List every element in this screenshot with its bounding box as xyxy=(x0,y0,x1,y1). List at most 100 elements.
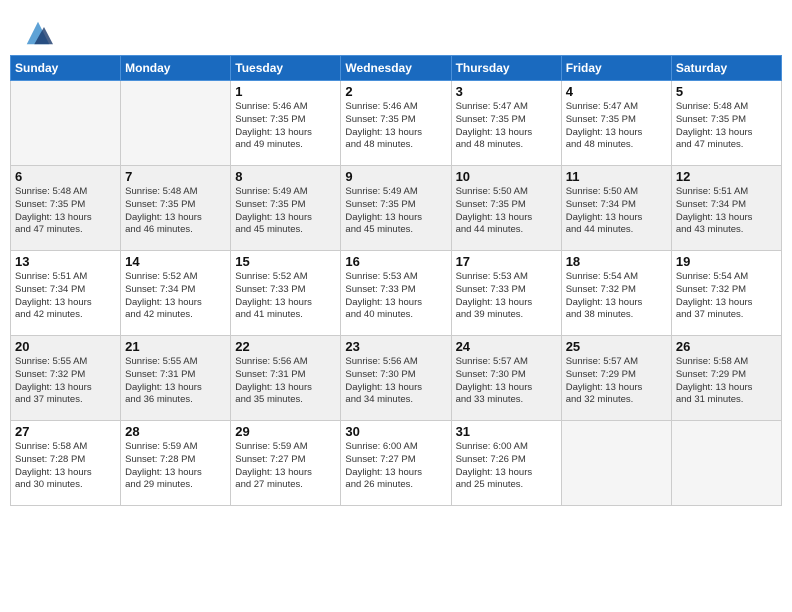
col-header-thursday: Thursday xyxy=(451,56,561,81)
day-info: Sunrise: 5:47 AM Sunset: 7:35 PM Dayligh… xyxy=(566,101,667,152)
day-number: 3 xyxy=(456,84,557,99)
calendar-day-cell: 3Sunrise: 5:47 AM Sunset: 7:35 PM Daylig… xyxy=(451,81,561,166)
calendar-day-cell: 11Sunrise: 5:50 AM Sunset: 7:34 PM Dayli… xyxy=(561,166,671,251)
day-number: 26 xyxy=(676,339,777,354)
calendar-day-cell: 17 Sunrise: 5:53 AM Sunset: 7:33 PM Dayli… xyxy=(451,251,561,336)
day-info: Sunrise: 5:53 AM Sunset: 7:33 PM Dayligh… xyxy=(456,271,557,322)
calendar-week-5: 27Sunrise: 5:58 AM Sunset: 7:28 PM Dayli… xyxy=(11,421,782,506)
day-info: Sunrise: 5:56 AM Sunset: 7:31 PM Dayligh… xyxy=(235,356,336,407)
calendar-day-cell: 19 Sunrise: 5:54 AM Sunset: 7:32 PM Dayli… xyxy=(671,251,781,336)
calendar-week-3: 13Sunrise: 5:51 AM Sunset: 7:34 PM Dayli… xyxy=(11,251,782,336)
calendar-day-cell: 4 Sunrise: 5:47 AM Sunset: 7:35 PM Daylig… xyxy=(561,81,671,166)
day-info: Sunrise: 5:49 AM Sunset: 7:35 PM Dayligh… xyxy=(235,186,336,237)
calendar-day-cell: 18 Sunrise: 5:54 AM Sunset: 7:32 PM Dayli… xyxy=(561,251,671,336)
day-info: Sunrise: 5:55 AM Sunset: 7:32 PM Dayligh… xyxy=(15,356,116,407)
day-number: 18 xyxy=(566,254,667,269)
day-number: 24 xyxy=(456,339,557,354)
day-number: 17 xyxy=(456,254,557,269)
day-number: 7 xyxy=(125,169,226,184)
day-number: 31 xyxy=(456,424,557,439)
day-number: 20 xyxy=(15,339,116,354)
day-info: Sunrise: 5:48 AM Sunset: 7:35 PM Dayligh… xyxy=(125,186,226,237)
day-number: 30 xyxy=(345,424,446,439)
col-header-monday: Monday xyxy=(121,56,231,81)
day-info: Sunrise: 5:57 AM Sunset: 7:30 PM Dayligh… xyxy=(456,356,557,407)
day-info: Sunrise: 5:48 AM Sunset: 7:35 PM Dayligh… xyxy=(15,186,116,237)
day-info: Sunrise: 5:54 AM Sunset: 7:32 PM Dayligh… xyxy=(676,271,777,322)
logo xyxy=(20,18,53,48)
day-number: 13 xyxy=(15,254,116,269)
day-number: 23 xyxy=(345,339,446,354)
calendar-day-cell: 12Sunrise: 5:51 AM Sunset: 7:34 PM Dayli… xyxy=(671,166,781,251)
col-header-sunday: Sunday xyxy=(11,56,121,81)
day-info: Sunrise: 5:59 AM Sunset: 7:28 PM Dayligh… xyxy=(125,441,226,492)
day-number: 9 xyxy=(345,169,446,184)
col-header-tuesday: Tuesday xyxy=(231,56,341,81)
day-number: 10 xyxy=(456,169,557,184)
day-info: Sunrise: 5:59 AM Sunset: 7:27 PM Dayligh… xyxy=(235,441,336,492)
day-info: Sunrise: 5:49 AM Sunset: 7:35 PM Dayligh… xyxy=(345,186,446,237)
day-number: 16 xyxy=(345,254,446,269)
calendar-day-cell: 5 Sunrise: 5:48 AM Sunset: 7:35 PM Daylig… xyxy=(671,81,781,166)
calendar-day-cell: 9 Sunrise: 5:49 AM Sunset: 7:35 PM Daylig… xyxy=(341,166,451,251)
day-number: 29 xyxy=(235,424,336,439)
calendar-day-cell xyxy=(121,81,231,166)
day-number: 5 xyxy=(676,84,777,99)
day-number: 2 xyxy=(345,84,446,99)
calendar-week-2: 6 Sunrise: 5:48 AM Sunset: 7:35 PM Daylig… xyxy=(11,166,782,251)
calendar-day-cell: 25Sunrise: 5:57 AM Sunset: 7:29 PM Dayli… xyxy=(561,336,671,421)
calendar-day-cell: 13Sunrise: 5:51 AM Sunset: 7:34 PM Dayli… xyxy=(11,251,121,336)
calendar-day-cell: 7 Sunrise: 5:48 AM Sunset: 7:35 PM Daylig… xyxy=(121,166,231,251)
calendar-day-cell: 29 Sunrise: 5:59 AM Sunset: 7:27 PM Dayli… xyxy=(231,421,341,506)
day-info: Sunrise: 5:57 AM Sunset: 7:29 PM Dayligh… xyxy=(566,356,667,407)
calendar-day-cell: 28Sunrise: 5:59 AM Sunset: 7:28 PM Dayli… xyxy=(121,421,231,506)
calendar-day-cell: 27Sunrise: 5:58 AM Sunset: 7:28 PM Dayli… xyxy=(11,421,121,506)
day-number: 8 xyxy=(235,169,336,184)
col-header-saturday: Saturday xyxy=(671,56,781,81)
calendar-day-cell: 24 Sunrise: 5:57 AM Sunset: 7:30 PM Dayli… xyxy=(451,336,561,421)
day-info: Sunrise: 5:53 AM Sunset: 7:33 PM Dayligh… xyxy=(345,271,446,322)
calendar-day-cell: 20 Sunrise: 5:55 AM Sunset: 7:32 PM Dayli… xyxy=(11,336,121,421)
calendar-day-cell: 21 Sunrise: 5:55 AM Sunset: 7:31 PM Dayli… xyxy=(121,336,231,421)
calendar-day-cell: 15Sunrise: 5:52 AM Sunset: 7:33 PM Dayli… xyxy=(231,251,341,336)
calendar-table: SundayMondayTuesdayWednesdayThursdayFrid… xyxy=(10,55,782,506)
calendar-day-cell: 8 Sunrise: 5:49 AM Sunset: 7:35 PM Daylig… xyxy=(231,166,341,251)
day-info: Sunrise: 5:46 AM Sunset: 7:35 PM Dayligh… xyxy=(345,101,446,152)
calendar-day-cell: 23 Sunrise: 5:56 AM Sunset: 7:30 PM Dayli… xyxy=(341,336,451,421)
day-info: Sunrise: 5:50 AM Sunset: 7:35 PM Dayligh… xyxy=(456,186,557,237)
day-number: 19 xyxy=(676,254,777,269)
calendar-day-cell: 22 Sunrise: 5:56 AM Sunset: 7:31 PM Dayli… xyxy=(231,336,341,421)
page-header xyxy=(10,10,782,53)
day-info: Sunrise: 5:50 AM Sunset: 7:34 PM Dayligh… xyxy=(566,186,667,237)
calendar-day-cell xyxy=(561,421,671,506)
calendar-day-cell xyxy=(671,421,781,506)
day-info: Sunrise: 5:54 AM Sunset: 7:32 PM Dayligh… xyxy=(566,271,667,322)
calendar-week-4: 20 Sunrise: 5:55 AM Sunset: 7:32 PM Dayli… xyxy=(11,336,782,421)
day-number: 27 xyxy=(15,424,116,439)
calendar-day-cell: 31 Sunrise: 6:00 AM Sunset: 7:26 PM Dayli… xyxy=(451,421,561,506)
day-number: 22 xyxy=(235,339,336,354)
day-info: Sunrise: 6:00 AM Sunset: 7:26 PM Dayligh… xyxy=(456,441,557,492)
day-info: Sunrise: 5:52 AM Sunset: 7:34 PM Dayligh… xyxy=(125,271,226,322)
calendar-day-cell: 10 Sunrise: 5:50 AM Sunset: 7:35 PM Dayli… xyxy=(451,166,561,251)
calendar-day-cell: 6 Sunrise: 5:48 AM Sunset: 7:35 PM Daylig… xyxy=(11,166,121,251)
day-number: 12 xyxy=(676,169,777,184)
calendar-header-row: SundayMondayTuesdayWednesdayThursdayFrid… xyxy=(11,56,782,81)
day-number: 21 xyxy=(125,339,226,354)
calendar-day-cell xyxy=(11,81,121,166)
day-info: Sunrise: 5:58 AM Sunset: 7:29 PM Dayligh… xyxy=(676,356,777,407)
day-number: 6 xyxy=(15,169,116,184)
calendar-day-cell: 1Sunrise: 5:46 AM Sunset: 7:35 PM Daylig… xyxy=(231,81,341,166)
day-number: 1 xyxy=(235,84,336,99)
day-number: 4 xyxy=(566,84,667,99)
day-info: Sunrise: 5:48 AM Sunset: 7:35 PM Dayligh… xyxy=(676,101,777,152)
logo-icon xyxy=(23,18,53,48)
day-number: 15 xyxy=(235,254,336,269)
day-number: 14 xyxy=(125,254,226,269)
day-info: Sunrise: 6:00 AM Sunset: 7:27 PM Dayligh… xyxy=(345,441,446,492)
calendar-week-1: 1 Sunrise: 5:46 AM Sunset: 7:35 PM Daylig… xyxy=(11,81,782,166)
day-info: Sunrise: 5:56 AM Sunset: 7:30 PM Dayligh… xyxy=(345,356,446,407)
day-info: Sunrise: 5:55 AM Sunset: 7:31 PM Dayligh… xyxy=(125,356,226,407)
calendar-day-cell: 30 Sunrise: 6:00 AM Sunset: 7:27 PM Dayli… xyxy=(341,421,451,506)
calendar-day-cell: 2 Sunrise: 5:46 AM Sunset: 7:35 PM Daylig… xyxy=(341,81,451,166)
